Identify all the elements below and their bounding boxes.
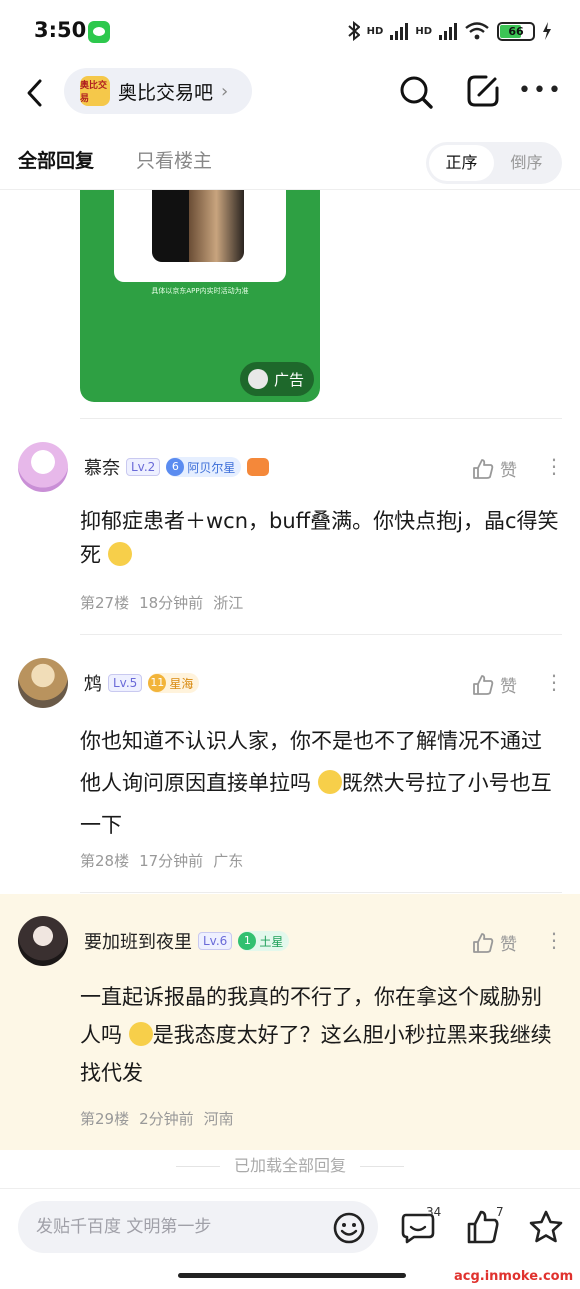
reply-post-27: 慕奈 Lv.2 6 阿贝尔星 赞 ⋮ 抑郁症患者＋wcn，buff叠满。你快点抱j… <box>0 420 580 634</box>
signal-hd-label-2: HD <box>415 25 432 37</box>
search-icon[interactable] <box>398 74 434 110</box>
thumbs-up-icon <box>473 458 494 479</box>
status-bar: 3:50 HD HD 66 <box>0 0 580 60</box>
username[interactable]: 慕奈 <box>84 454 120 480</box>
signal-bars-icon-1 <box>390 22 409 40</box>
post-text: 你也知道不认识人家，你不是也不了解情况不通过他人询问原因直接单拉吗 既然大号拉了… <box>80 729 552 837</box>
post-meta: 第28楼 17分钟前 广东 <box>80 852 244 870</box>
level-badge: Lv.2 <box>126 458 161 476</box>
emoji-icon <box>317 770 342 794</box>
ad-product-card <box>114 190 286 282</box>
username[interactable]: 鸩 <box>84 670 102 696</box>
reply-post-28: 鸩 Lv.5 11 星海 赞 ⋮ 你也知道不认识人家，你不是也不了解情况不通过他人… <box>0 636 580 892</box>
sort-toggle: 正序 倒序 <box>426 142 562 184</box>
like-button[interactable]: 赞 <box>472 672 517 697</box>
post-meta: 第29楼 2分钟前 河南 <box>80 1110 234 1128</box>
level-badge: Lv.5 <box>108 674 143 692</box>
chevron-right-icon: › <box>221 80 229 102</box>
like-label: 赞 <box>500 677 517 697</box>
signal-hd-label-1: HD <box>366 25 384 37</box>
reply-post-29: 要加班到夜里 Lv.6 1 土星 赞 ⋮ 一直起诉报晶的我真的不行了，你在拿这个威… <box>0 894 580 1150</box>
charging-icon <box>543 22 551 40</box>
game-badge-icon <box>247 458 270 476</box>
tab-all-replies[interactable]: 全部回复 <box>18 146 94 173</box>
emoji-icon <box>128 1022 153 1046</box>
wifi-icon <box>465 22 489 40</box>
level-badge: Lv.6 <box>198 932 233 950</box>
post-more-icon[interactable]: ⋮ <box>544 930 564 950</box>
post-text: 抑郁症患者＋wcn，buff叠满。你快点抱j，晶c得笑死 <box>80 509 559 567</box>
status-right-group: HD HD 66 <box>347 18 552 44</box>
sort-ascending-button[interactable]: 正序 <box>429 145 494 181</box>
edit-share-icon[interactable] <box>466 74 500 108</box>
ad-brand-icon <box>248 369 268 389</box>
post-more-icon[interactable]: ⋮ <box>544 456 564 476</box>
watermark: acg.inmoke.com <box>454 1269 574 1284</box>
all-loaded-footer: 已加载全部回复 <box>0 1152 580 1176</box>
advertisement-banner[interactable]: 具体以京东APP内实时活动为准 广告 <box>80 190 320 402</box>
user-line: 要加班到夜里 Lv.6 1 土星 <box>84 928 290 954</box>
back-arrow-icon[interactable] <box>24 78 46 108</box>
battery-icon: 66 <box>497 21 535 41</box>
battery-level: 66 <box>508 24 524 38</box>
bottom-action-bar: 发贴千百度 文明第一步 34 7 acg.inmoke.com <box>0 1188 580 1289</box>
signal-bars-icon-2 <box>439 22 457 40</box>
member-badge: 11 星海 <box>148 673 200 693</box>
member-badge: 6 阿贝尔星 <box>166 457 242 477</box>
avatar[interactable] <box>18 916 68 966</box>
top-nav-bar: 奥比交易 奥比交易吧 › ••• <box>0 60 580 124</box>
user-line: 慕奈 Lv.2 6 阿贝尔星 <box>84 454 270 480</box>
forum-logo-icon: 奥比交易 <box>80 76 110 106</box>
emoji-icon <box>107 542 132 566</box>
home-indicator[interactable] <box>178 1273 406 1278</box>
forum-name: 奥比交易吧 <box>118 81 214 104</box>
ad-disclaimer: 具体以京东APP内实时活动为准 <box>151 287 249 295</box>
thumbs-up-icon <box>473 674 494 695</box>
status-time: 3:50 <box>34 18 87 42</box>
avatar[interactable] <box>18 658 68 708</box>
reply-input[interactable]: 发贴千百度 文明第一步 <box>18 1201 378 1253</box>
post-meta: 第27楼 18分钟前 浙江 <box>80 594 244 612</box>
ad-label: 广告 <box>274 370 305 389</box>
like-button[interactable]: 赞 <box>472 930 517 955</box>
like-label: 赞 <box>500 935 517 955</box>
tab-owner-only[interactable]: 只看楼主 <box>136 146 212 173</box>
like-count: 7 <box>496 1205 504 1219</box>
avatar[interactable] <box>18 442 68 492</box>
bluetooth-icon <box>347 21 360 41</box>
post-text: 一直起诉报晶的我真的不行了，你在拿这个威胁别人吗 是我态度太好了？这么胆小秒拉黑… <box>80 985 552 1085</box>
reply-tabs-bar: 全部回复 只看楼主 正序 倒序 <box>0 124 580 190</box>
forum-pill-button[interactable]: 奥比交易 奥比交易吧 › <box>64 68 252 114</box>
like-button[interactable]: 赞 <box>472 456 517 481</box>
user-line: 鸩 Lv.5 11 星海 <box>84 670 200 696</box>
post-more-icon[interactable]: ⋮ <box>544 672 564 692</box>
more-options-icon[interactable]: ••• <box>518 78 563 103</box>
member-badge: 1 土星 <box>238 931 290 951</box>
divider <box>80 892 562 893</box>
favorite-star-icon[interactable] <box>528 1209 564 1245</box>
divider <box>80 634 562 635</box>
thumbs-up-icon <box>473 932 494 953</box>
sort-descending-button[interactable]: 倒序 <box>494 145 559 181</box>
like-label: 赞 <box>500 461 517 481</box>
emoji-picker-icon[interactable] <box>332 1211 366 1245</box>
ad-label-badge: 广告 <box>240 362 314 396</box>
username[interactable]: 要加班到夜里 <box>84 928 192 954</box>
divider <box>80 418 562 419</box>
comment-count: 34 <box>426 1205 442 1219</box>
thumbs-up-icon[interactable] <box>466 1209 500 1245</box>
wechat-notification-icon <box>88 21 110 43</box>
ad-phone-image <box>152 190 244 262</box>
